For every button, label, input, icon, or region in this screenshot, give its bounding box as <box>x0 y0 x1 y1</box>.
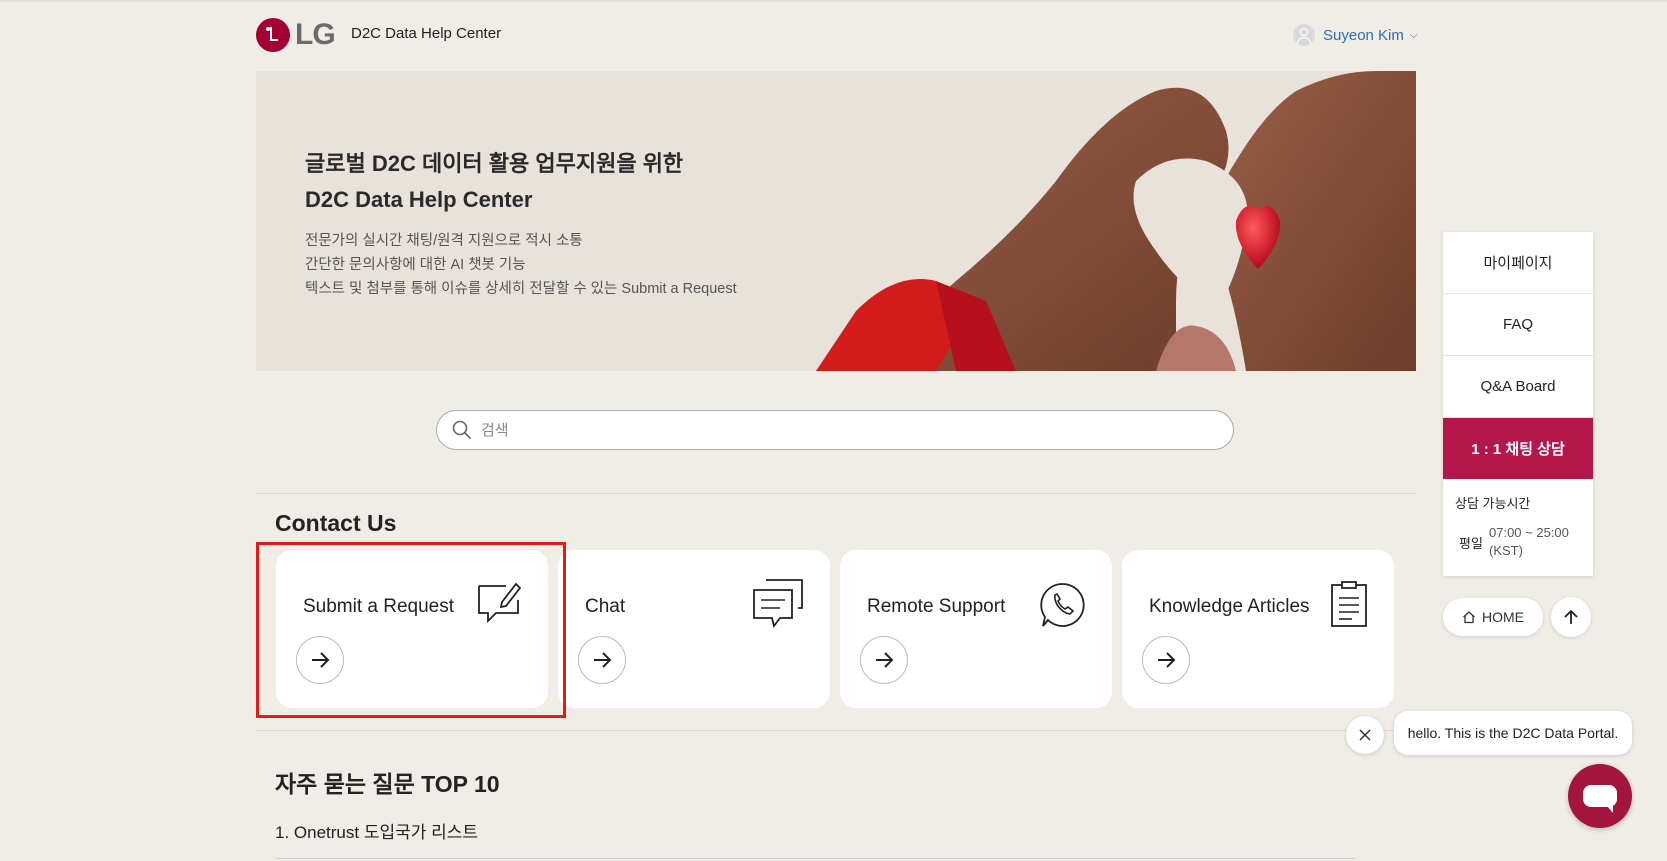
divider <box>256 730 1416 731</box>
hours-zone: (KST) <box>1489 543 1523 558</box>
faq-title: 자주 묻는 질문 TOP 10 <box>275 771 500 797</box>
arrow-right-icon <box>594 652 612 668</box>
user-menu[interactable]: Suyeon Kim ⌵ <box>1293 24 1417 46</box>
chat-greeting-bubble[interactable]: hello. This is the D2C Data Portal. <box>1394 711 1632 755</box>
side-menu: 마이페이지 FAQ Q&A Board 1 : 1 채팅 상담 상담 가능시간 … <box>1443 232 1593 576</box>
scroll-top-button[interactable] <box>1551 597 1591 637</box>
hero-description: 전문가의 실시간 채팅/원격 지원으로 적시 소통 간단한 문의사항에 대한 A… <box>305 229 737 301</box>
home-label: HOME <box>1482 609 1524 625</box>
hero-desc-line3: 텍스트 및 첨부를 통해 이슈를 상세히 전달할 수 있는 Submit a R… <box>305 281 737 297</box>
user-avatar-icon <box>1293 24 1315 46</box>
arrow-right-icon <box>876 652 894 668</box>
chevron-down-icon: ⌵ <box>1409 29 1418 41</box>
logo-text: LG <box>295 18 336 51</box>
site-title[interactable]: D2C Data Help Center <box>351 25 501 42</box>
user-name: Suyeon Kim <box>1323 26 1404 44</box>
card-knowledge-articles[interactable]: Knowledge Articles <box>1122 550 1394 708</box>
arrow-right-icon <box>1158 652 1176 668</box>
hero-title: 글로벌 D2C 데이터 활용 업무지원을 위한 D2C Data Help Ce… <box>305 146 683 218</box>
faq-item[interactable]: 1. Onetrust 도입국가 리스트 <box>275 818 478 843</box>
clipboard-icon <box>1331 581 1367 627</box>
side-item-qa-board[interactable]: Q&A Board <box>1443 356 1593 418</box>
hours-days: 평일 <box>1459 535 1483 551</box>
hours-title: 상담 가능시간 <box>1455 496 1531 511</box>
home-icon <box>1463 611 1475 624</box>
side-item-faq[interactable]: FAQ <box>1443 294 1593 356</box>
contact-us-title: Contact Us <box>275 510 397 536</box>
consult-hours: 상담 가능시간 평일 07:00 ~ 25:00 (KST) <box>1443 479 1593 576</box>
hours-row: 평일 07:00 ~ 25:00 (KST) <box>1455 524 1581 560</box>
card-label: Chat <box>585 596 626 617</box>
chat-bubble-icon <box>1583 785 1617 813</box>
search-icon <box>452 420 471 439</box>
search-bar[interactable] <box>436 410 1234 450</box>
phone-icon <box>1040 583 1085 627</box>
chat-bubbles-icon <box>753 579 803 629</box>
hero-desc-line1: 전문가의 실시간 채팅/원격 지원으로 적시 소통 <box>305 233 583 249</box>
hours-time: 07:00 ~ 25:00 <box>1489 525 1569 540</box>
lg-logo-mark <box>256 18 290 52</box>
card-remote-support[interactable]: Remote Support <box>840 550 1112 708</box>
search-input[interactable] <box>479 420 1183 440</box>
hours-time-block: 07:00 ~ 25:00 (KST) <box>1489 524 1569 560</box>
card-arrow-button[interactable] <box>578 636 626 684</box>
top-border <box>0 0 1667 2</box>
card-label: Knowledge Articles <box>1149 596 1310 617</box>
heart-hands-illustration <box>816 71 1416 371</box>
side-item-chat[interactable]: 1 : 1 채팅 상담 <box>1443 418 1593 479</box>
highlight-box <box>256 542 566 718</box>
card-chat[interactable]: Chat <box>558 550 830 708</box>
hero-desc-line2: 간단한 문의사항에 대한 AI 챗봇 기능 <box>305 257 526 273</box>
home-button[interactable]: HOME <box>1443 598 1543 636</box>
hero-banner: 글로벌 D2C 데이터 활용 업무지원을 위한 D2C Data Help Ce… <box>256 71 1416 371</box>
card-label: Remote Support <box>867 596 1006 617</box>
card-arrow-button[interactable] <box>1142 636 1190 684</box>
arrow-up-icon <box>1564 609 1578 624</box>
hero-title-line1: 글로벌 D2C 데이터 활용 업무지원을 위한 <box>305 151 684 176</box>
chat-launcher-button[interactable] <box>1568 764 1632 828</box>
close-chat-popup-button[interactable] <box>1346 716 1384 754</box>
hero-title-line2: D2C Data Help Center <box>305 187 533 212</box>
lg-logo[interactable]: LG <box>256 18 336 52</box>
faq-divider <box>275 858 1355 859</box>
close-icon <box>1359 729 1371 741</box>
card-arrow-button[interactable] <box>860 636 908 684</box>
divider <box>256 493 1416 494</box>
side-item-mypage[interactable]: 마이페이지 <box>1443 232 1593 294</box>
